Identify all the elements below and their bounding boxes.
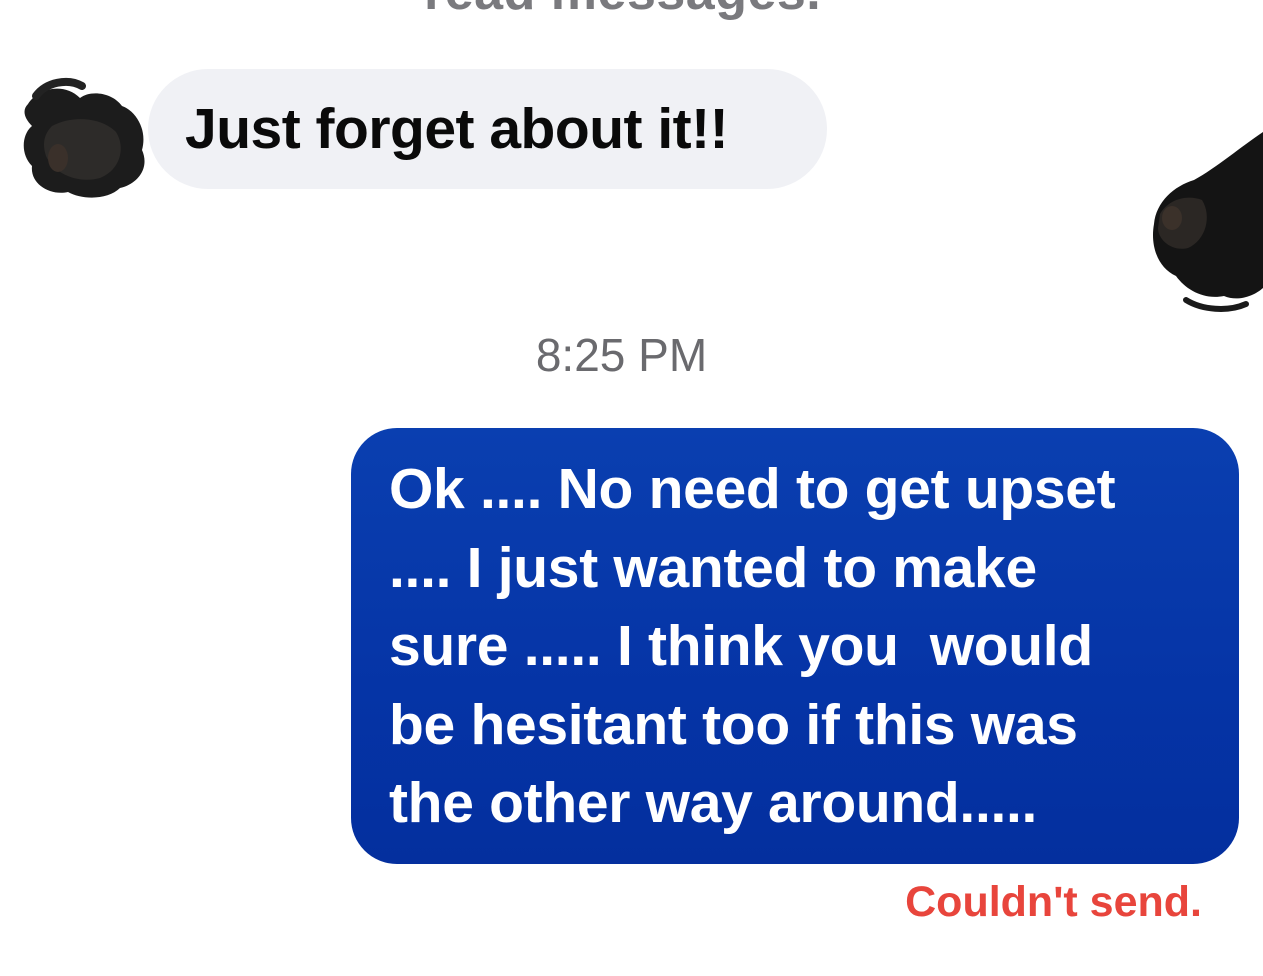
read-receipt-avatar	[1146, 124, 1263, 314]
incoming-message-text: Just forget about it!!	[185, 97, 729, 161]
outgoing-message-line: the other way around.....	[389, 771, 1038, 835]
send-failed-status[interactable]: Couldn't send.	[905, 878, 1202, 927]
outgoing-message-bubble[interactable]: Ok .... No need to get upset .... I just…	[351, 428, 1239, 864]
message-timestamp: 8:25 PM	[535, 329, 708, 381]
redacted-avatar-icon	[1152, 132, 1263, 312]
outgoing-message-line: be hesitant too if this was	[389, 692, 1078, 757]
incoming-message-bubble[interactable]: Just forget about it!!	[148, 69, 827, 189]
sender-avatar[interactable]	[16, 76, 152, 202]
outgoing-message-line: .... I just wanted to make	[389, 535, 1037, 600]
outgoing-message-line: Ok .... No need to get upset	[389, 457, 1116, 521]
outgoing-message-line: sure ..... I think you would	[389, 614, 1093, 678]
redacted-avatar-icon	[23, 77, 145, 198]
clipped-system-text: read messages.	[424, 0, 821, 22]
